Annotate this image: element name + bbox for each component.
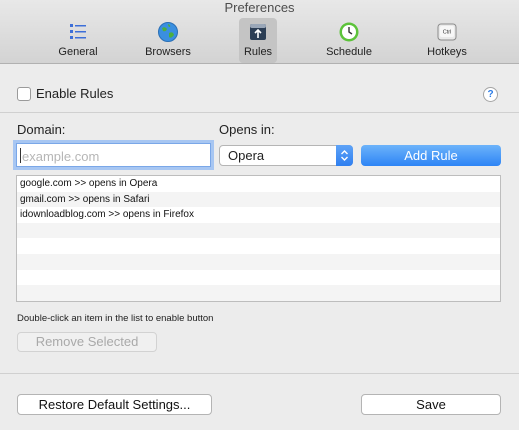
list-item[interactable]: gmail.com >> opens in Safari [17, 191, 500, 208]
domain-input[interactable]: example.com [16, 143, 211, 167]
list-item[interactable] [17, 253, 500, 270]
separator [0, 112, 519, 113]
list-hint: Double-click an item in the list to enab… [17, 313, 214, 324]
enable-rules-label[interactable]: Enable Rules [36, 86, 113, 101]
clock-icon [338, 21, 360, 43]
tab-rules[interactable]: Rules [239, 18, 277, 63]
footer-separator [0, 373, 519, 374]
list-item[interactable] [17, 222, 500, 239]
ctrl-key-icon-text: Ctrl [443, 30, 452, 36]
help-icon[interactable]: ? [483, 87, 498, 102]
opens-in-value: Opera [228, 148, 265, 163]
list-item[interactable] [17, 238, 500, 254]
tab-browsers[interactable]: Browsers [140, 18, 196, 63]
text-caret [20, 148, 21, 163]
tab-hotkeys-label: Hotkeys [427, 46, 467, 58]
list-item[interactable] [17, 285, 500, 301]
list-item[interactable]: google.com >> opens in Opera [17, 176, 500, 192]
rules-list[interactable]: google.com >> opens in Opera gmail.com >… [16, 175, 501, 302]
ctrl-key-icon: Ctrl [436, 21, 458, 43]
list-item[interactable]: idownloadblog.com >> opens in Firefox [17, 207, 500, 223]
tab-general-label: General [58, 46, 98, 58]
save-button[interactable]: Save [361, 394, 501, 415]
updown-chevron-icon [336, 145, 353, 166]
domain-placeholder: example.com [22, 149, 100, 164]
globe-icon [157, 21, 179, 43]
opens-in-label: Opens in: [219, 122, 275, 137]
window-title: Preferences [224, 0, 295, 15]
opens-in-select[interactable]: Opera [219, 145, 353, 166]
restore-defaults-button[interactable]: Restore Default Settings... [17, 394, 212, 415]
enable-rules-checkbox[interactable] [17, 87, 31, 101]
add-rule-button[interactable]: Add Rule [361, 145, 501, 166]
tab-hotkeys[interactable]: Ctrl Hotkeys [422, 18, 472, 63]
tab-rules-label: Rules [243, 46, 273, 58]
list-icon [67, 21, 89, 43]
tab-schedule[interactable]: Schedule [322, 18, 376, 63]
toolbar: Preferences General Browsers Rules Sched… [0, 0, 519, 64]
tab-schedule-label: Schedule [326, 46, 372, 58]
remove-selected-button[interactable]: Remove Selected [17, 332, 157, 352]
rules-icon [247, 21, 269, 43]
list-item[interactable] [17, 270, 500, 286]
tab-browsers-label: Browsers [145, 46, 191, 58]
domain-label: Domain: [17, 122, 66, 137]
tab-general[interactable]: General [53, 18, 103, 63]
